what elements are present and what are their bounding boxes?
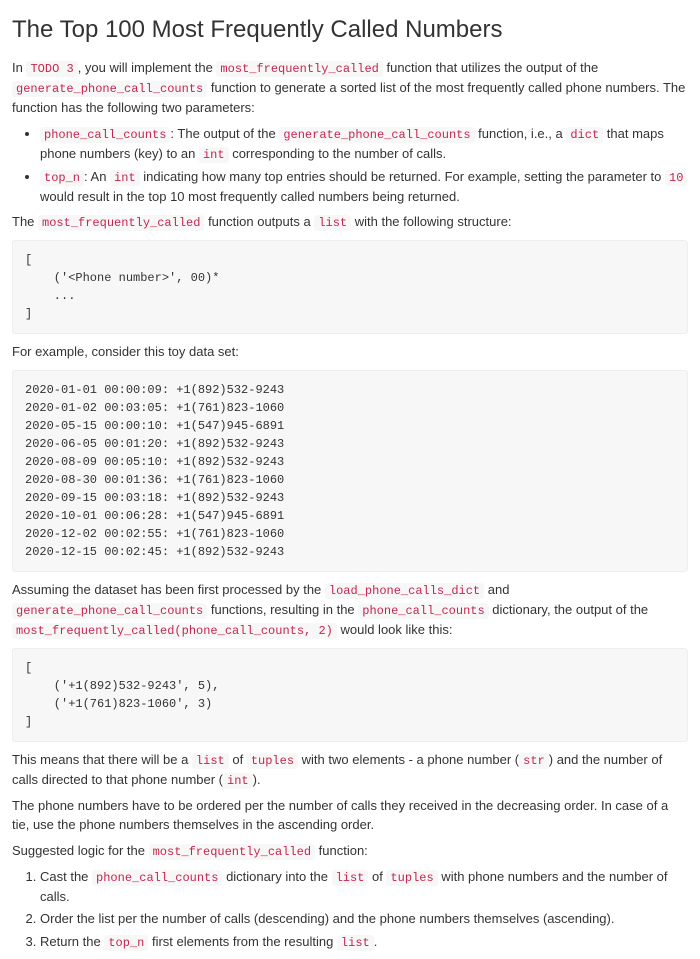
text: , you will implement the: [78, 60, 217, 75]
list-item: phone_call_counts: The output of the gen…: [40, 124, 688, 164]
code-type: list: [314, 215, 351, 231]
example-intro: For example, consider this toy data set:: [12, 342, 688, 362]
text: In: [12, 60, 26, 75]
steps-list: Cast the phone_call_counts dictionary in…: [12, 867, 688, 952]
text: first elements from the resulting: [148, 934, 337, 949]
dataset-code-block: 2020-01-01 00:00:09: +1(892)532-9243 202…: [12, 370, 688, 572]
text: .: [374, 934, 378, 949]
code-var: phone_call_counts: [92, 870, 222, 886]
meaning-paragraph: This means that there will be a list of …: [12, 750, 688, 790]
list-item: Cast the phone_call_counts dictionary in…: [40, 867, 688, 907]
code-type: list: [332, 870, 369, 886]
code-call: most_frequently_called(phone_call_counts…: [12, 623, 337, 639]
text: with the following structure:: [351, 214, 511, 229]
text: function, i.e., a: [475, 126, 567, 141]
text: Cast the: [40, 869, 92, 884]
text: : An: [84, 169, 110, 184]
code-todo: TODO 3: [26, 61, 77, 77]
text: would look like this:: [337, 622, 453, 637]
code-fn: load_phone_calls_dict: [325, 583, 484, 599]
code-fn: generate_phone_call_counts: [12, 81, 207, 97]
text: Return the: [40, 934, 104, 949]
text: Assuming the dataset has been first proc…: [12, 582, 325, 597]
code-fn: most_frequently_called: [38, 215, 204, 231]
ordering-paragraph: The phone numbers have to be ordered per…: [12, 796, 688, 835]
text: This means that there will be a: [12, 752, 192, 767]
intro-paragraph: In TODO 3, you will implement the most_f…: [12, 58, 688, 118]
text: The: [12, 214, 38, 229]
text: would result in the top 10 most frequent…: [40, 189, 460, 204]
output-desc: The most_frequently_called function outp…: [12, 212, 688, 232]
code-param: top_n: [40, 170, 84, 186]
text: : The output of the: [170, 126, 279, 141]
code-fn: most_frequently_called: [216, 61, 382, 77]
code-var: phone_call_counts: [358, 603, 488, 619]
code-type: int: [110, 170, 140, 186]
text: Suggested logic for the: [12, 843, 149, 858]
code-literal: 10: [665, 170, 687, 186]
code-type: tuples: [247, 753, 298, 769]
code-type: int: [223, 773, 253, 789]
text: ).: [253, 772, 261, 787]
list-item: Order the list per the number of calls (…: [40, 909, 688, 929]
code-fn: generate_phone_call_counts: [279, 127, 474, 143]
text: with two elements - a phone number (: [298, 752, 519, 767]
text: dictionary, the output of the: [489, 602, 648, 617]
code-fn: generate_phone_call_counts: [12, 603, 207, 619]
code-fn: most_frequently_called: [149, 844, 315, 860]
text: indicating how many top entries should b…: [140, 169, 665, 184]
code-param: phone_call_counts: [40, 127, 170, 143]
text: corresponding to the number of calls.: [229, 146, 447, 161]
assuming-paragraph: Assuming the dataset has been first proc…: [12, 580, 688, 640]
code-type: tuples: [386, 870, 437, 886]
code-type: int: [199, 147, 229, 163]
text: dictionary into the: [222, 869, 331, 884]
text: function that utilizes the output of the: [383, 60, 598, 75]
structure-code-block: [ ('<Phone number>', 00)* ... ]: [12, 240, 688, 334]
list-item: top_n: An int indicating how many top en…: [40, 167, 688, 207]
page-title: The Top 100 Most Frequently Called Numbe…: [12, 12, 688, 48]
suggested-paragraph: Suggested logic for the most_frequently_…: [12, 841, 688, 861]
text: of: [368, 869, 386, 884]
code-type: str: [519, 753, 549, 769]
result-code-block: [ ('+1(892)532-9243', 5), ('+1(761)823-1…: [12, 648, 688, 742]
text: and: [484, 582, 509, 597]
text: functions, resulting in the: [207, 602, 358, 617]
param-list: phone_call_counts: The output of the gen…: [12, 124, 688, 207]
code-type: list: [192, 753, 229, 769]
text: function:: [315, 843, 368, 858]
text: of: [229, 752, 247, 767]
code-type: dict: [566, 127, 603, 143]
code-type: list: [337, 935, 374, 951]
text: function outputs a: [204, 214, 314, 229]
list-item: Return the top_n first elements from the…: [40, 932, 688, 952]
code-var: top_n: [104, 935, 148, 951]
